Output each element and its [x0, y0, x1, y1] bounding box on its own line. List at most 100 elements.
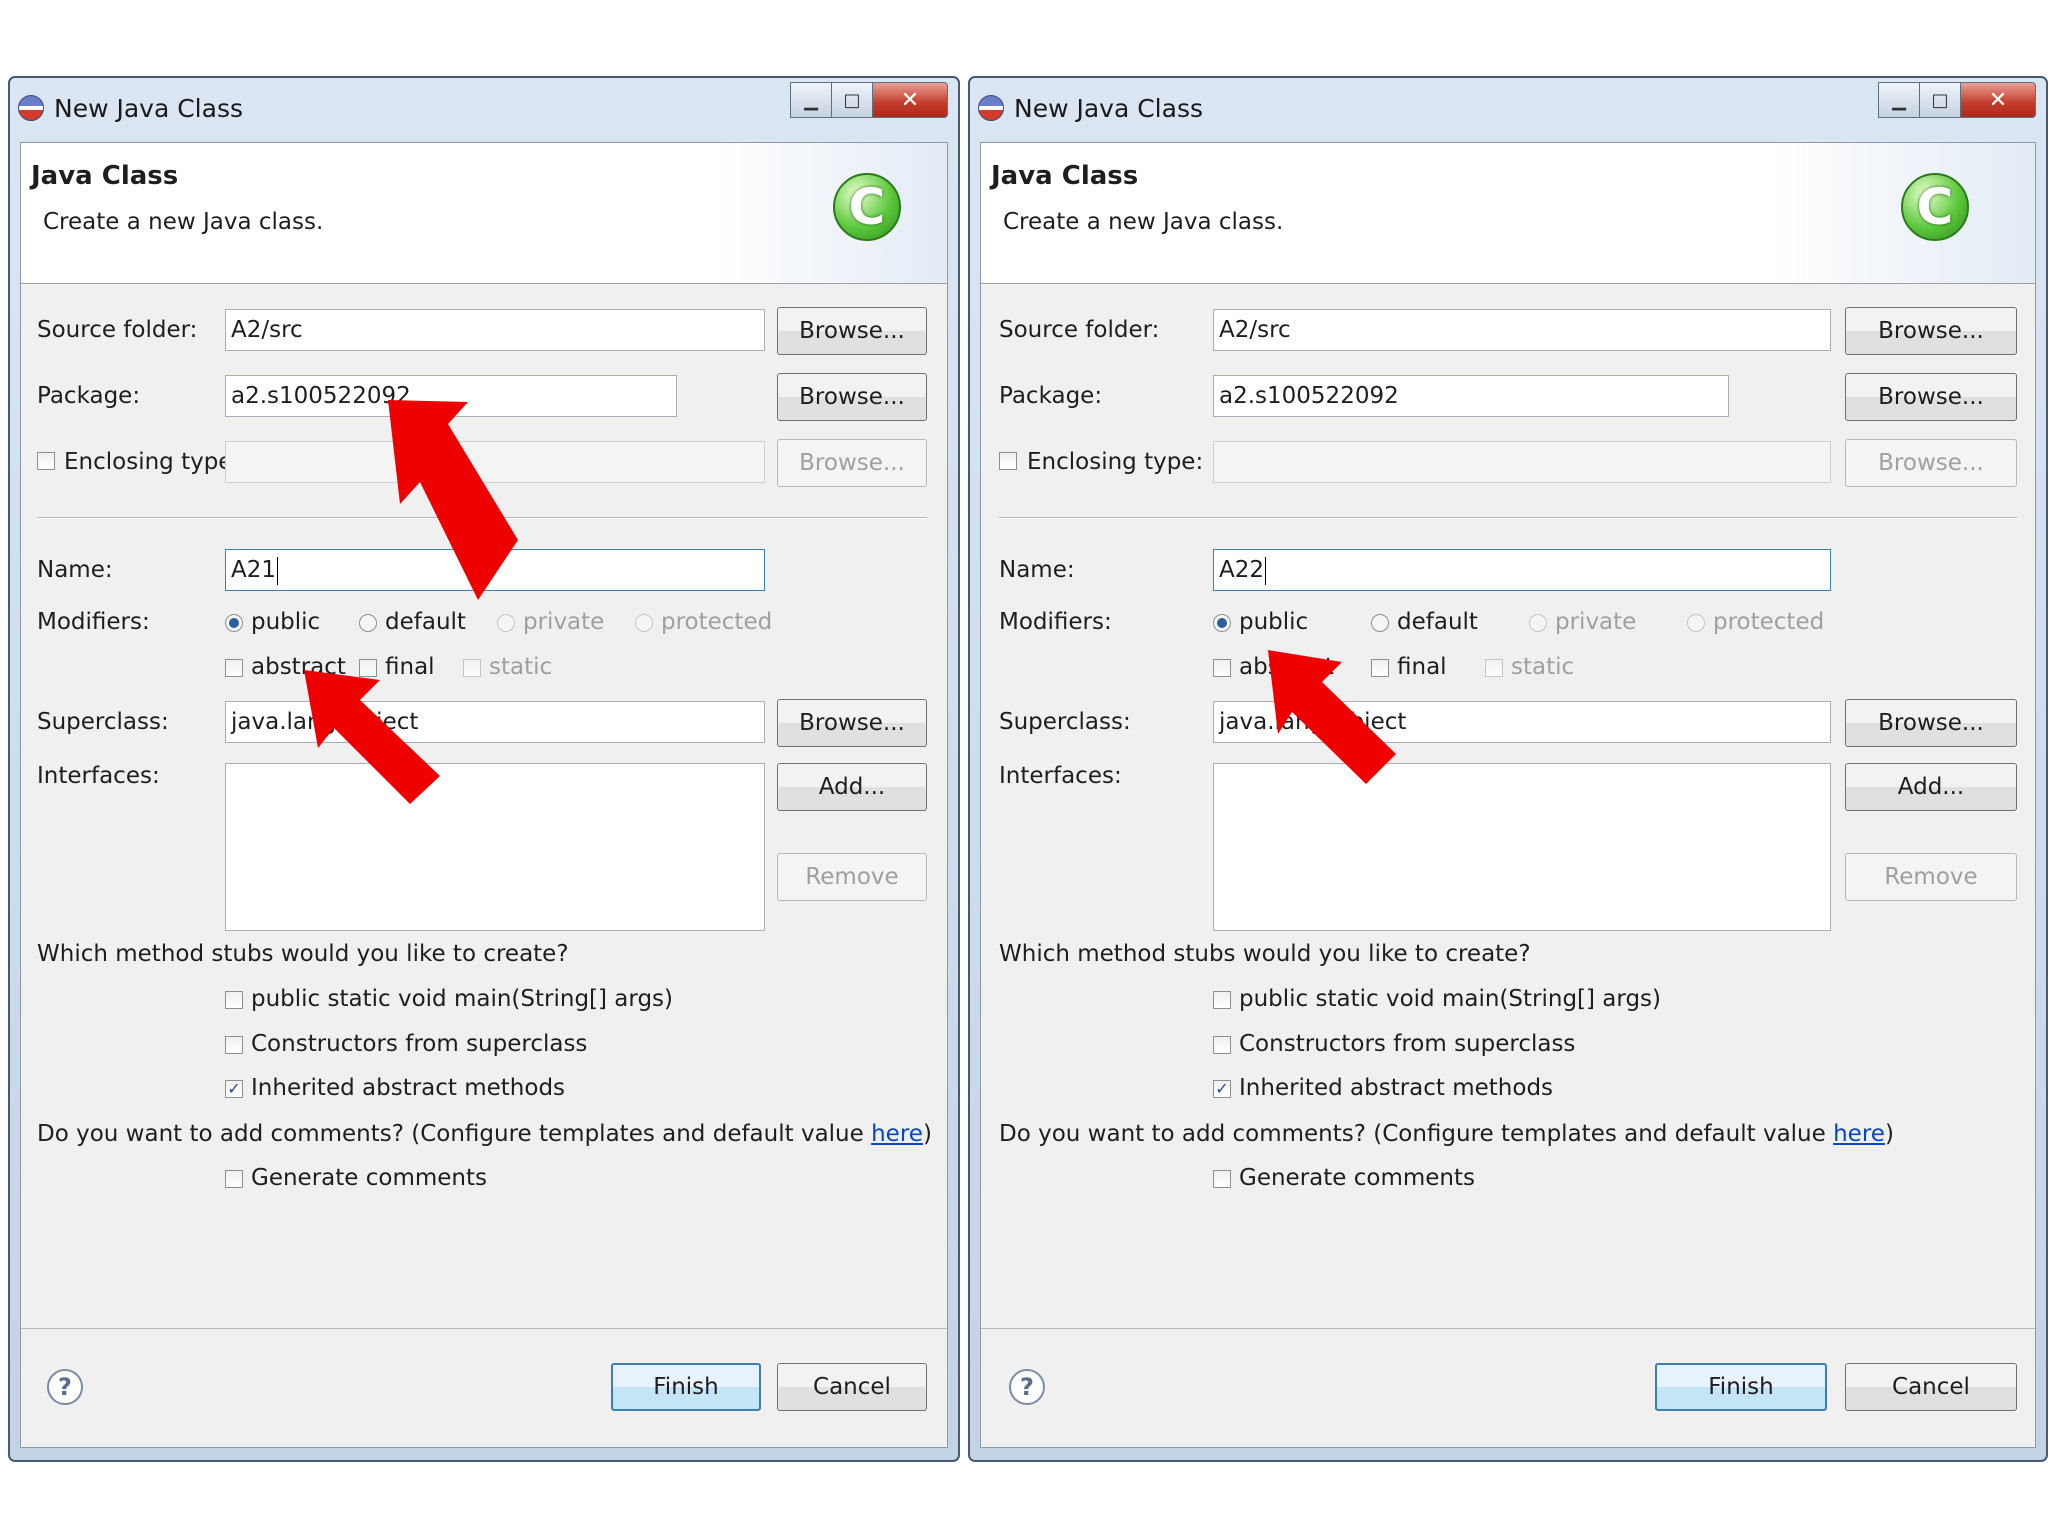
- cancel-button[interactable]: Cancel: [777, 1363, 927, 1411]
- configure-templates-link[interactable]: here: [871, 1121, 923, 1147]
- title-bar[interactable]: New Java Class ▁ □ ✕: [18, 82, 948, 134]
- source-folder-browse-button[interactable]: Browse...: [1845, 307, 2017, 355]
- comments-question: Do you want to add comments? (Configure …: [37, 1121, 932, 1147]
- window-title: New Java Class: [1014, 93, 1204, 123]
- enclosing-type-checkbox[interactable]: [37, 452, 55, 470]
- modifier-private-radio[interactable]: [1529, 614, 1547, 632]
- interfaces-remove-button[interactable]: Remove: [777, 853, 927, 901]
- comments-question: Do you want to add comments? (Configure …: [999, 1121, 1894, 1147]
- modifier-private-label: private: [1555, 609, 1637, 635]
- modifier-abstract-checkbox[interactable]: [1213, 659, 1231, 677]
- help-icon[interactable]: ?: [1009, 1369, 1045, 1405]
- maximize-button[interactable]: □: [1919, 82, 1961, 118]
- stub-inherited-checkbox[interactable]: ✓: [1213, 1080, 1231, 1098]
- dialog-client-area: Java Class Create a new Java class. C So…: [980, 142, 2036, 1448]
- modifier-default-radio[interactable]: [1371, 614, 1389, 632]
- comments-question-text: Do you want to add comments? (Configure …: [999, 1121, 1834, 1147]
- source-folder-input[interactable]: A2/src: [1213, 309, 1831, 351]
- superclass-label: Superclass:: [37, 709, 169, 735]
- dialog-right: New Java Class ▁ □ ✕ Java Class Create a…: [968, 76, 2048, 1462]
- stub-inherited-label: Inherited abstract methods: [1239, 1075, 1554, 1101]
- minimize-icon: ▁: [804, 89, 818, 111]
- package-browse-button[interactable]: Browse...: [1845, 373, 2017, 421]
- enclosing-type-browse-button[interactable]: Browse...: [1845, 439, 2017, 487]
- enclosing-type-checkbox[interactable]: [999, 452, 1017, 470]
- source-folder-browse-button[interactable]: Browse...: [777, 307, 927, 355]
- banner: Java Class Create a new Java class. C: [21, 143, 947, 284]
- modifier-public-radio[interactable]: [1213, 614, 1231, 632]
- cancel-button[interactable]: Cancel: [1845, 1363, 2017, 1411]
- package-label: Package:: [37, 383, 141, 409]
- stub-main-checkbox[interactable]: [225, 991, 243, 1009]
- comments-question-text: Do you want to add comments? (Configure …: [37, 1121, 872, 1147]
- dialog-client-area: Java Class Create a new Java class. C So…: [20, 142, 948, 1448]
- modifier-protected-radio[interactable]: [635, 614, 653, 632]
- package-browse-button[interactable]: Browse...: [777, 373, 927, 421]
- enclosing-type-input[interactable]: [1213, 441, 1831, 483]
- minimize-button[interactable]: ▁: [790, 82, 832, 118]
- modifier-public-label: public: [1239, 609, 1309, 635]
- generate-comments-checkbox[interactable]: [1213, 1170, 1231, 1188]
- generate-comments-checkbox[interactable]: [225, 1170, 243, 1188]
- stub-inherited-label: Inherited abstract methods: [251, 1075, 566, 1101]
- modifier-abstract-checkbox[interactable]: [225, 659, 243, 677]
- banner: Java Class Create a new Java class. C: [981, 143, 2035, 284]
- java-class-icon: C: [833, 173, 901, 241]
- enclosing-type-browse-button[interactable]: Browse...: [777, 439, 927, 487]
- interfaces-label: Interfaces:: [37, 763, 160, 789]
- modifier-protected-radio[interactable]: [1687, 614, 1705, 632]
- stub-inherited-checkbox[interactable]: ✓: [225, 1080, 243, 1098]
- close-button[interactable]: ✕: [872, 82, 948, 118]
- modifier-default-radio[interactable]: [359, 614, 377, 632]
- name-value: A21: [231, 557, 277, 583]
- eclipse-icon: [18, 95, 44, 121]
- modifier-public-radio[interactable]: [225, 614, 243, 632]
- package-input[interactable]: a2.s100522092: [1213, 375, 1729, 417]
- maximize-icon: □: [1931, 89, 1949, 111]
- help-icon[interactable]: ?: [47, 1369, 83, 1405]
- configure-templates-link[interactable]: here: [1833, 1121, 1885, 1147]
- comments-question-close: ): [1884, 1121, 1894, 1147]
- close-button[interactable]: ✕: [1960, 82, 2036, 118]
- window-controls: ▁ □ ✕: [790, 82, 948, 122]
- name-label: Name:: [999, 557, 1075, 583]
- finish-button[interactable]: Finish: [1655, 1363, 1827, 1411]
- button-bar: ? Finish Cancel: [21, 1328, 947, 1447]
- generate-comments-label: Generate comments: [1239, 1165, 1475, 1191]
- stubs-question: Which method stubs would you like to cre…: [999, 941, 1531, 967]
- eclipse-icon: [978, 95, 1004, 121]
- interfaces-add-button[interactable]: Add...: [777, 763, 927, 811]
- red-arrow-package: [388, 400, 518, 600]
- source-folder-input[interactable]: A2/src: [225, 309, 765, 351]
- modifier-static-label: static: [489, 654, 553, 680]
- superclass-browse-button[interactable]: Browse...: [1845, 699, 2017, 747]
- maximize-button[interactable]: □: [831, 82, 873, 118]
- modifier-static-checkbox[interactable]: [463, 659, 481, 677]
- modifier-private-radio[interactable]: [497, 614, 515, 632]
- package-label: Package:: [999, 383, 1103, 409]
- stub-main-label: public static void main(String[] args): [251, 986, 673, 1012]
- name-label: Name:: [37, 557, 113, 583]
- modifier-default-label: default: [1397, 609, 1478, 635]
- name-input[interactable]: A22: [1213, 549, 1831, 591]
- modifier-static-checkbox[interactable]: [1485, 659, 1503, 677]
- superclass-browse-button[interactable]: Browse...: [777, 699, 927, 747]
- stub-constructors-label: Constructors from superclass: [1239, 1031, 1576, 1057]
- text-caret: [1265, 556, 1267, 585]
- java-class-icon: C: [1901, 173, 1969, 241]
- modifiers-label: Modifiers:: [37, 609, 150, 635]
- stubs-question: Which method stubs would you like to cre…: [37, 941, 569, 967]
- comments-question-close: ): [922, 1121, 932, 1147]
- stub-constructors-checkbox[interactable]: [1213, 1036, 1231, 1054]
- superclass-label: Superclass:: [999, 709, 1131, 735]
- interfaces-remove-button[interactable]: Remove: [1845, 853, 2017, 901]
- title-bar[interactable]: New Java Class ▁ □ ✕: [978, 82, 2036, 134]
- minimize-button[interactable]: ▁: [1878, 82, 1920, 118]
- interfaces-add-button[interactable]: Add...: [1845, 763, 2017, 811]
- interfaces-label: Interfaces:: [999, 763, 1122, 789]
- modifier-protected-label: protected: [661, 609, 773, 635]
- finish-button[interactable]: Finish: [611, 1363, 761, 1411]
- stub-constructors-checkbox[interactable]: [225, 1036, 243, 1054]
- text-caret: [277, 556, 279, 585]
- stub-main-checkbox[interactable]: [1213, 991, 1231, 1009]
